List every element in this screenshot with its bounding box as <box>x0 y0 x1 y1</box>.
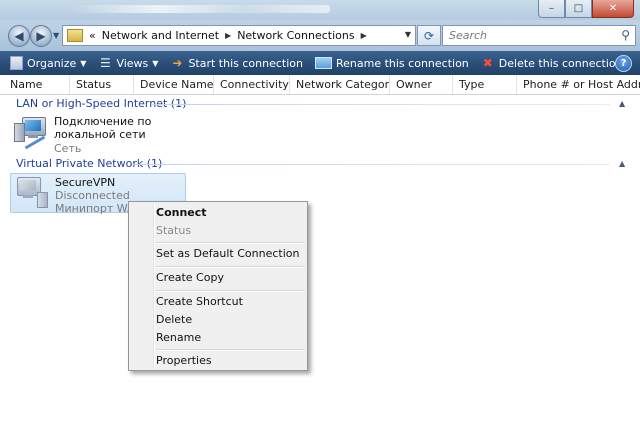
back-button[interactable]: ◀ <box>8 25 30 47</box>
address-dropdown-icon[interactable]: ▼ <box>405 30 411 39</box>
collapse-group-icon[interactable]: ▲ <box>619 99 625 108</box>
menu-item-delete[interactable]: Delete <box>156 311 192 329</box>
views-icon: ☰ <box>100 56 111 70</box>
group-divider <box>132 164 610 165</box>
breadcrumb-separator-icon[interactable]: ▶ <box>361 31 367 40</box>
column-header-connectivity[interactable]: Connectivity <box>214 75 290 94</box>
search-box[interactable]: ⚲ <box>442 25 636 46</box>
chevron-down-icon: ▼ <box>152 58 159 68</box>
delete-connection-button[interactable]: ✖ Delete this connection <box>475 51 629 75</box>
rename-connection-label: Rename this connection <box>335 56 469 70</box>
delete-connection-label: Delete this connection <box>498 56 623 70</box>
item-status: Сеть <box>54 142 82 155</box>
menu-item-status[interactable]: Status <box>156 222 191 240</box>
column-header-network-category[interactable]: Network Category <box>290 75 390 94</box>
forward-button[interactable]: ▶ <box>30 25 52 47</box>
collapse-group-icon[interactable]: ▲ <box>619 159 625 168</box>
start-connection-label: Start this connection <box>188 56 303 70</box>
list-item-local-connection[interactable]: Подключение по локальной сети Сеть <box>10 113 186 155</box>
back-arrow-icon: ◀ <box>14 29 24 43</box>
menu-item-set-default[interactable]: Set as Default Connection <box>156 245 299 263</box>
window-controls: – □ ✕ <box>538 0 634 18</box>
refresh-icon: ⟳ <box>423 28 435 43</box>
group-divider <box>152 104 610 105</box>
command-bar: Organize ▼ ☰ Views ▼ ➜ Start this connec… <box>0 51 640 75</box>
folder-icon <box>67 29 83 42</box>
vpn-computer-icon <box>15 176 49 210</box>
context-menu: Connect Status Set as Default Connection… <box>128 201 308 371</box>
views-label: Views <box>116 56 149 70</box>
delete-x-icon: ✖ <box>482 56 493 70</box>
organize-menu[interactable]: Organize ▼ <box>4 51 92 75</box>
breadcrumb-network-connections[interactable]: Network Connections <box>237 29 354 42</box>
column-header-name[interactable]: Name <box>4 75 70 94</box>
search-icon[interactable]: ⚲ <box>621 28 630 42</box>
search-input[interactable] <box>447 28 611 43</box>
item-name: SecureVPN <box>55 176 116 189</box>
rename-icon <box>314 57 332 69</box>
menu-item-create-copy[interactable]: Create Copy <box>156 269 224 287</box>
close-button[interactable]: ✕ <box>592 0 634 18</box>
menu-item-rename[interactable]: Rename <box>156 329 201 347</box>
column-header-status[interactable]: Status <box>70 75 134 94</box>
menu-separator <box>156 242 305 244</box>
item-status: Disconnected <box>55 189 130 202</box>
address-row: ◀ ▶ ▼ « Network and Internet ▶ Network C… <box>0 20 640 51</box>
maximize-button[interactable]: □ <box>565 0 592 18</box>
refresh-button[interactable]: ⟳ <box>417 25 441 46</box>
start-arrow-icon: ➜ <box>172 56 183 70</box>
title-text-blurred <box>70 5 330 13</box>
column-header-device-name[interactable]: Device Name <box>134 75 214 94</box>
help-icon: ? <box>620 58 627 69</box>
column-header-owner[interactable]: Owner <box>390 75 453 94</box>
chevron-down-icon: ▼ <box>80 58 87 68</box>
organize-label: Organize <box>27 56 77 70</box>
forward-arrow-icon: ▶ <box>36 29 46 43</box>
menu-item-create-shortcut[interactable]: Create Shortcut <box>156 293 243 311</box>
start-connection-button[interactable]: ➜ Start this connection <box>164 51 309 75</box>
organize-icon <box>10 56 23 70</box>
views-menu[interactable]: ☰ Views ▼ <box>92 51 164 75</box>
column-header-phone-or-host[interactable]: Phone # or Host Addre... <box>517 75 640 94</box>
rename-connection-button[interactable]: Rename this connection <box>309 51 475 75</box>
menu-item-connect[interactable]: Connect <box>156 204 207 222</box>
column-header-type[interactable]: Type <box>453 75 517 94</box>
column-headers: Name Status Device Name Connectivity Net… <box>0 75 640 95</box>
recent-pages-dropdown[interactable]: ▼ <box>53 31 59 40</box>
menu-item-properties[interactable]: Properties <box>156 352 212 370</box>
network-computer-icon <box>14 115 48 150</box>
item-name: Подключение по локальной сети <box>54 115 152 141</box>
help-button[interactable]: ? <box>615 55 632 72</box>
menu-separator <box>156 266 305 268</box>
minimize-button[interactable]: – <box>538 0 565 18</box>
breadcrumb-prefix[interactable]: « <box>89 29 96 42</box>
title-bar: – □ ✕ <box>0 0 640 20</box>
file-list: LAN or High-Speed Internet (1) ▲ Подключ… <box>0 95 640 430</box>
menu-separator <box>156 349 305 351</box>
breadcrumb-separator-icon[interactable]: ▶ <box>225 31 231 40</box>
menu-gutter <box>153 204 155 368</box>
breadcrumb-network-and-internet[interactable]: Network and Internet <box>102 29 219 42</box>
address-bar[interactable]: « Network and Internet ▶ Network Connect… <box>62 25 416 46</box>
menu-separator <box>156 290 305 292</box>
